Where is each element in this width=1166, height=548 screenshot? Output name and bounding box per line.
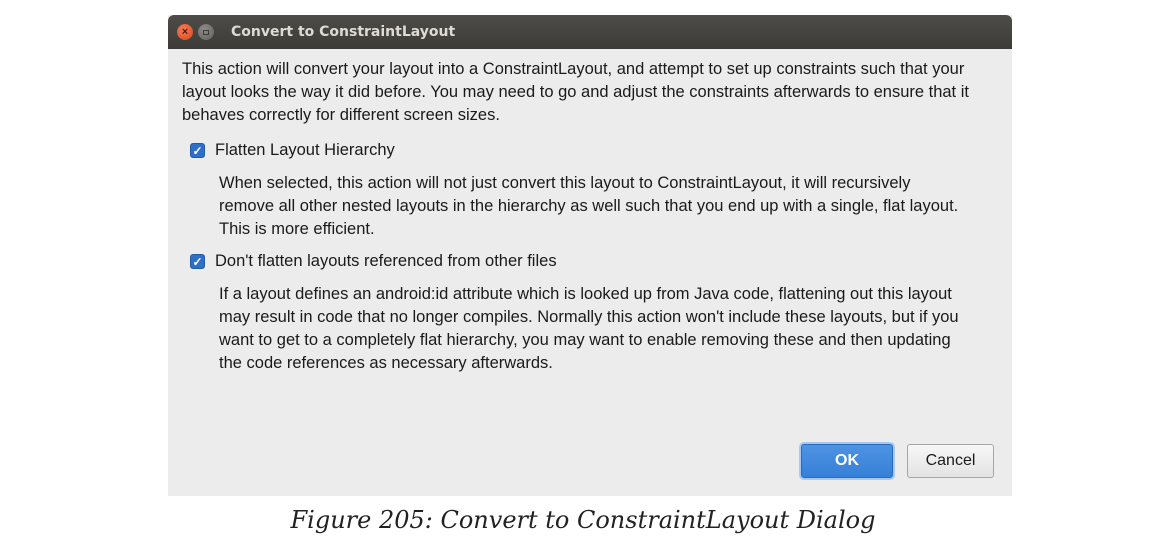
minimize-icon[interactable] [198, 24, 214, 40]
flatten-hierarchy-label[interactable]: Flatten Layout Hierarchy [215, 139, 395, 162]
close-icon[interactable]: × [177, 24, 193, 40]
dont-flatten-referenced-checkbox[interactable]: ✓ [190, 254, 205, 269]
ok-button[interactable]: OK [801, 444, 893, 478]
check-icon: ✓ [192, 143, 203, 158]
intro-text: This action will convert your layout int… [182, 60, 969, 124]
convert-dialog: × Convert to ConstraintLayout This actio… [168, 15, 1012, 496]
dialog-body: This action will convert your layout int… [168, 49, 1012, 375]
dont-flatten-referenced-option[interactable]: ✓ Don't flatten layouts referenced from … [190, 250, 1012, 273]
check-icon: ✓ [192, 254, 203, 269]
cancel-button[interactable]: Cancel [907, 444, 994, 478]
flatten-hierarchy-checkbox[interactable]: ✓ [190, 143, 205, 158]
page: × Convert to ConstraintLayout This actio… [0, 0, 1166, 548]
flatten-hierarchy-option[interactable]: ✓ Flatten Layout Hierarchy [190, 139, 1012, 162]
flatten-hierarchy-description: When selected, this action will not just… [219, 174, 959, 238]
title-bar: × Convert to ConstraintLayout [168, 15, 1012, 49]
dont-flatten-referenced-description: If a layout defines an android:id attrib… [219, 285, 959, 372]
dont-flatten-referenced-label[interactable]: Don't flatten layouts referenced from ot… [215, 250, 557, 273]
figure-caption: Figure 205: Convert to ConstraintLayout … [290, 506, 876, 534]
dialog-title: Convert to ConstraintLayout [231, 24, 456, 40]
button-bar: OK Cancel [801, 444, 994, 478]
